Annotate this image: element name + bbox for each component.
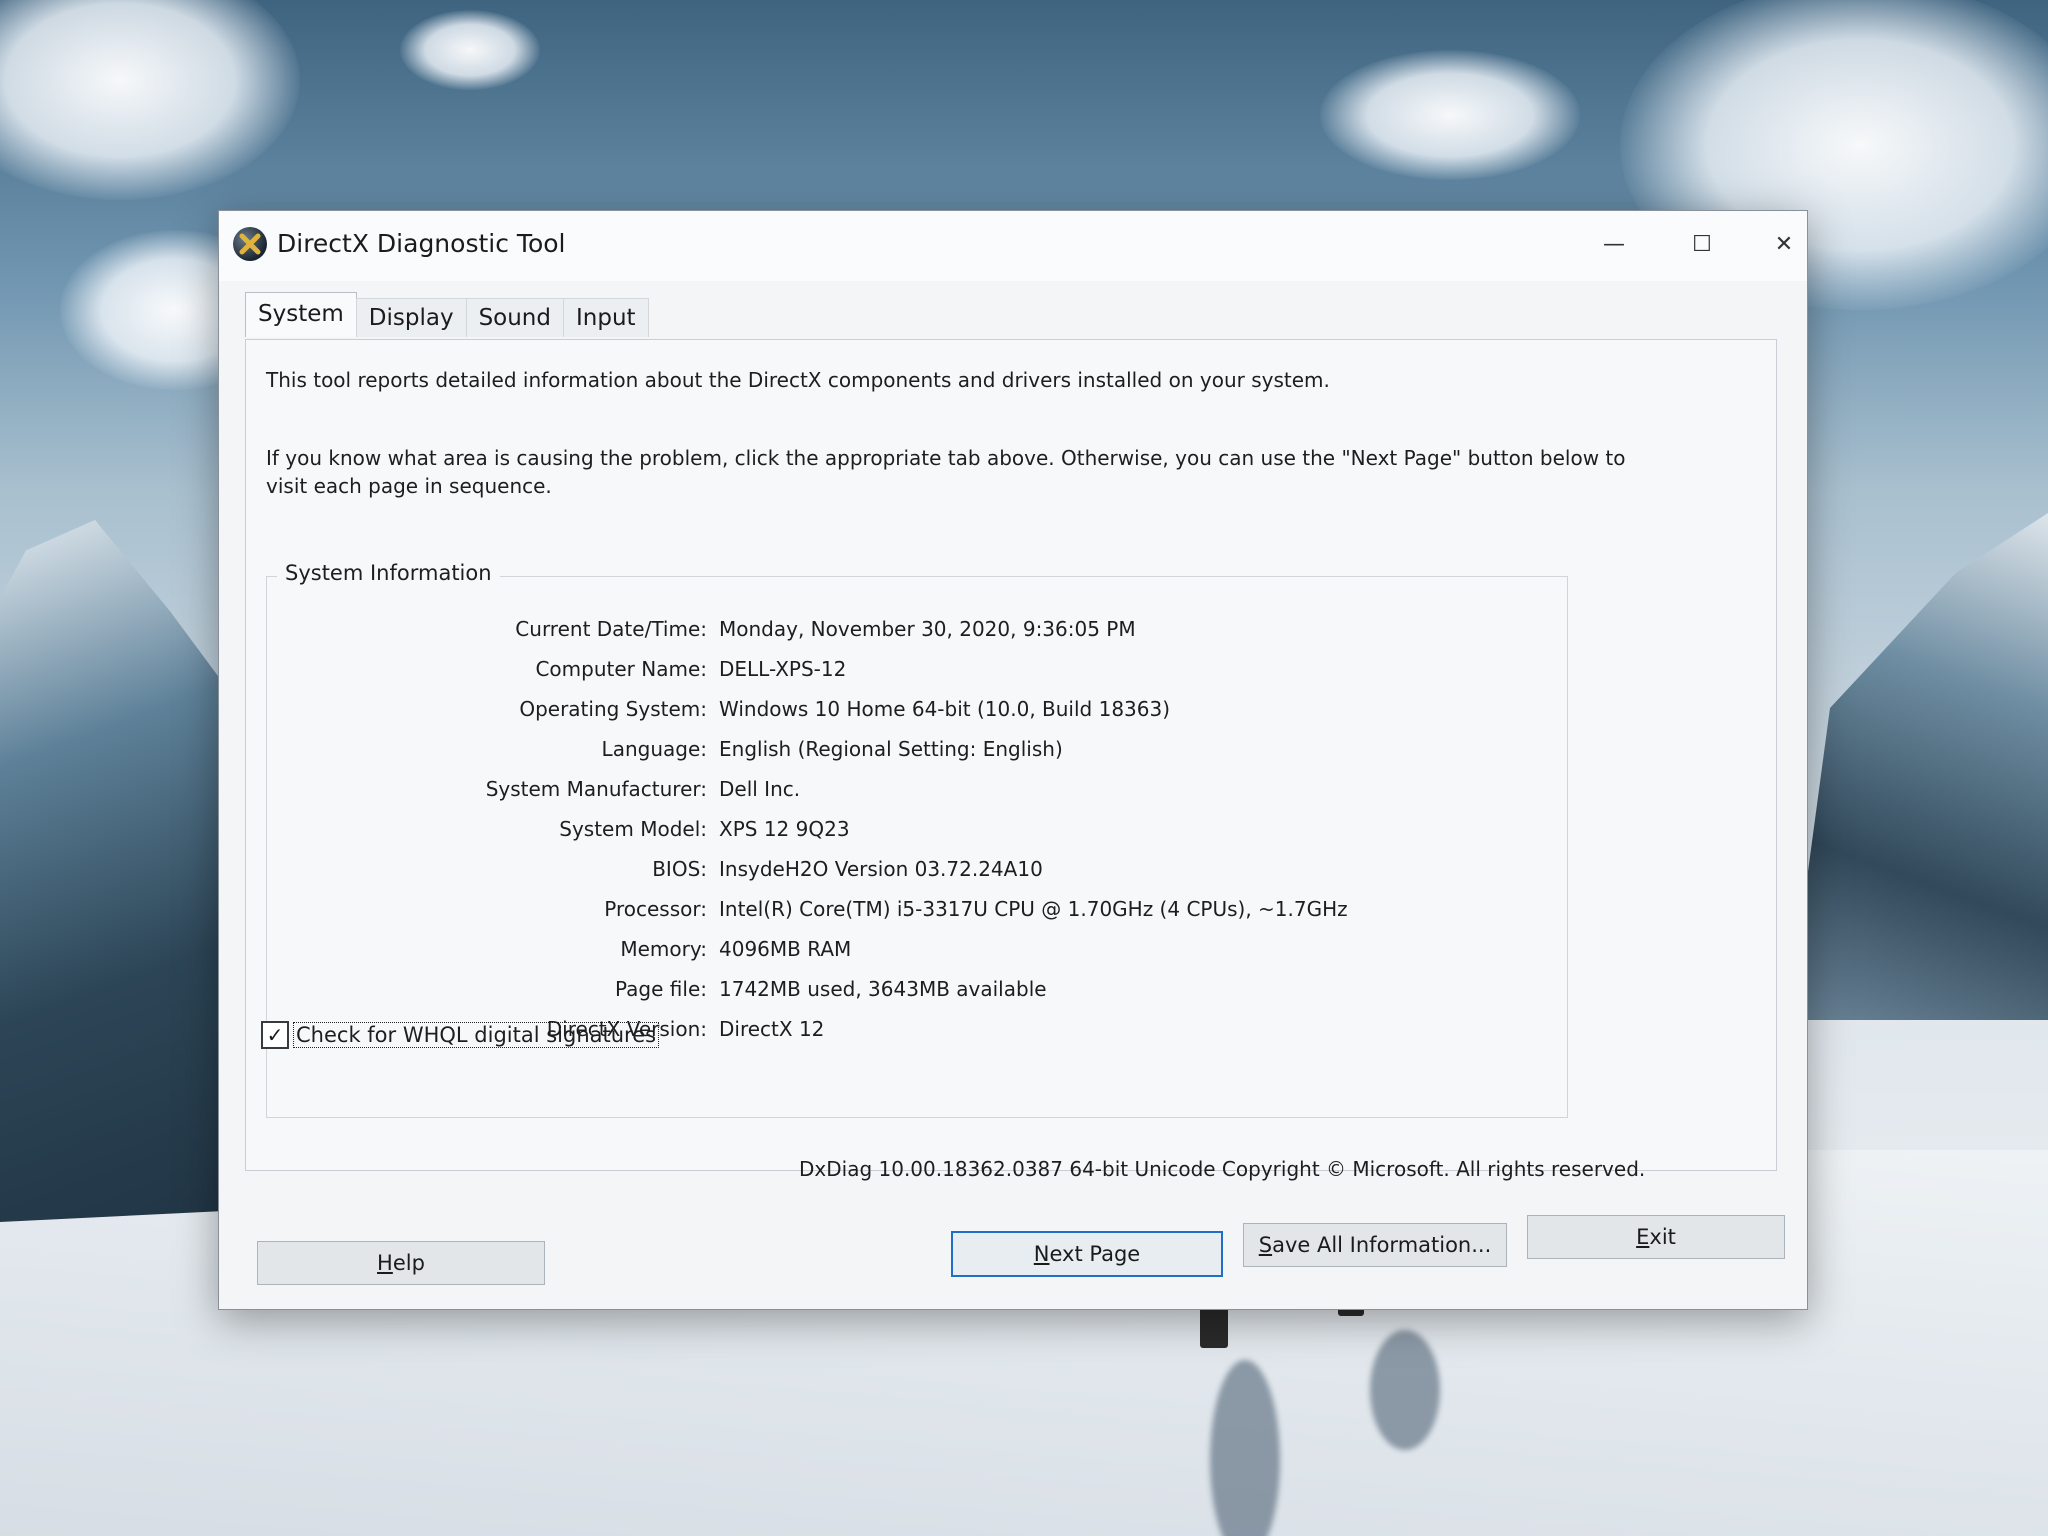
info-row-page-file: Page file: 1742MB used, 3643MB available [267,977,1567,1009]
info-label: BIOS: [652,857,707,881]
info-value: Dell Inc. [719,777,801,801]
info-value: DirectX 12 [719,1017,825,1041]
info-row-manufacturer: System Manufacturer: Dell Inc. [267,777,1567,809]
maximize-button[interactable]: ☐ [1667,219,1737,269]
info-row-os: Operating System: Windows 10 Home 64-bit… [267,697,1567,729]
info-row-memory: Memory: 4096MB RAM [267,937,1567,969]
mountain-right [1788,500,2048,1020]
info-label: System Manufacturer: [485,777,707,801]
tab-strip: System Display Sound Input [245,292,649,337]
info-value: DELL-XPS-12 [719,657,847,681]
info-label: Computer Name: [535,657,707,681]
exit-label: xit [1649,1225,1676,1249]
minimize-button[interactable]: — [1579,219,1649,269]
info-row-model: System Model: XPS 12 9Q23 [267,817,1567,849]
info-row-computer-name: Computer Name: DELL-XPS-12 [267,657,1567,689]
next-mnemonic: N [1033,1242,1050,1266]
info-label: Operating System: [519,697,707,721]
hiker-shadow [1370,1330,1440,1450]
next-label: ext Page [1049,1242,1141,1266]
intro-text: This tool reports detailed information a… [266,368,1330,392]
info-row-language: Language: English (Regional Setting: Eng… [267,737,1567,769]
window-title: DirectX Diagnostic Tool [277,229,566,258]
info-value: XPS 12 9Q23 [719,817,850,841]
group-title: System Information [277,561,500,585]
whql-checkbox[interactable]: ✓ [261,1021,289,1049]
info-value: Intel(R) Core(TM) i5-3317U CPU @ 1.70GHz… [719,897,1348,921]
info-label: Language: [601,737,707,761]
info-value: Monday, November 30, 2020, 9:36:05 PM [719,617,1136,641]
info-label: Page file: [615,977,707,1001]
title-bar[interactable]: DirectX Diagnostic Tool — ☐ ✕ [219,211,1807,281]
help-button[interactable]: Help [257,1241,545,1285]
info-row-processor: Processor: Intel(R) Core(TM) i5-3317U CP… [267,897,1567,929]
cloud [0,0,300,200]
cloud [1320,50,1580,180]
info-label: Processor: [604,897,707,921]
info-value: 1742MB used, 3643MB available [719,977,1047,1001]
next-page-button[interactable]: Next Page [951,1231,1223,1277]
info-value: 4096MB RAM [719,937,852,961]
directx-icon [233,227,267,261]
info-row-datetime: Current Date/Time: Monday, November 30, … [267,617,1567,649]
info-value: English (Regional Setting: English) [719,737,1063,761]
info-label: Current Date/Time: [515,617,707,641]
save-label: ave All Information... [1272,1233,1492,1257]
info-value: InsydeH2O Version 03.72.24A10 [719,857,1043,881]
tab-system[interactable]: System [245,292,357,337]
dxdiag-window: DirectX Diagnostic Tool — ☐ ✕ System Dis… [218,210,1808,1310]
info-row-bios: BIOS: InsydeH2O Version 03.72.24A10 [267,857,1567,889]
exit-button[interactable]: Exit [1527,1215,1785,1259]
help-label: elp [392,1251,425,1275]
info-label: Memory: [620,937,707,961]
cloud [400,10,540,90]
tab-sound[interactable]: Sound [465,298,564,337]
exit-mnemonic: E [1636,1225,1650,1249]
tab-display[interactable]: Display [355,298,467,337]
whql-checkbox-row[interactable]: ✓ Check for WHQL digital signatures [261,1021,660,1049]
tab-input[interactable]: Input [563,298,649,337]
desktop-wallpaper: DirectX Diagnostic Tool — ☐ ✕ System Dis… [0,0,2048,1536]
close-button[interactable]: ✕ [1749,219,1819,269]
save-mnemonic: S [1258,1233,1273,1257]
instructions-text: If you know what area is causing the pro… [266,446,1626,498]
copyright-text: DxDiag 10.00.18362.0387 64-bit Unicode C… [799,1157,1646,1181]
info-value: Windows 10 Home 64-bit (10.0, Build 1836… [719,697,1171,721]
info-label: System Model: [559,817,707,841]
help-mnemonic: H [377,1251,393,1275]
whql-checkbox-label[interactable]: Check for WHQL digital signatures [293,1022,660,1048]
save-all-information-button[interactable]: Save All Information... [1243,1223,1507,1267]
